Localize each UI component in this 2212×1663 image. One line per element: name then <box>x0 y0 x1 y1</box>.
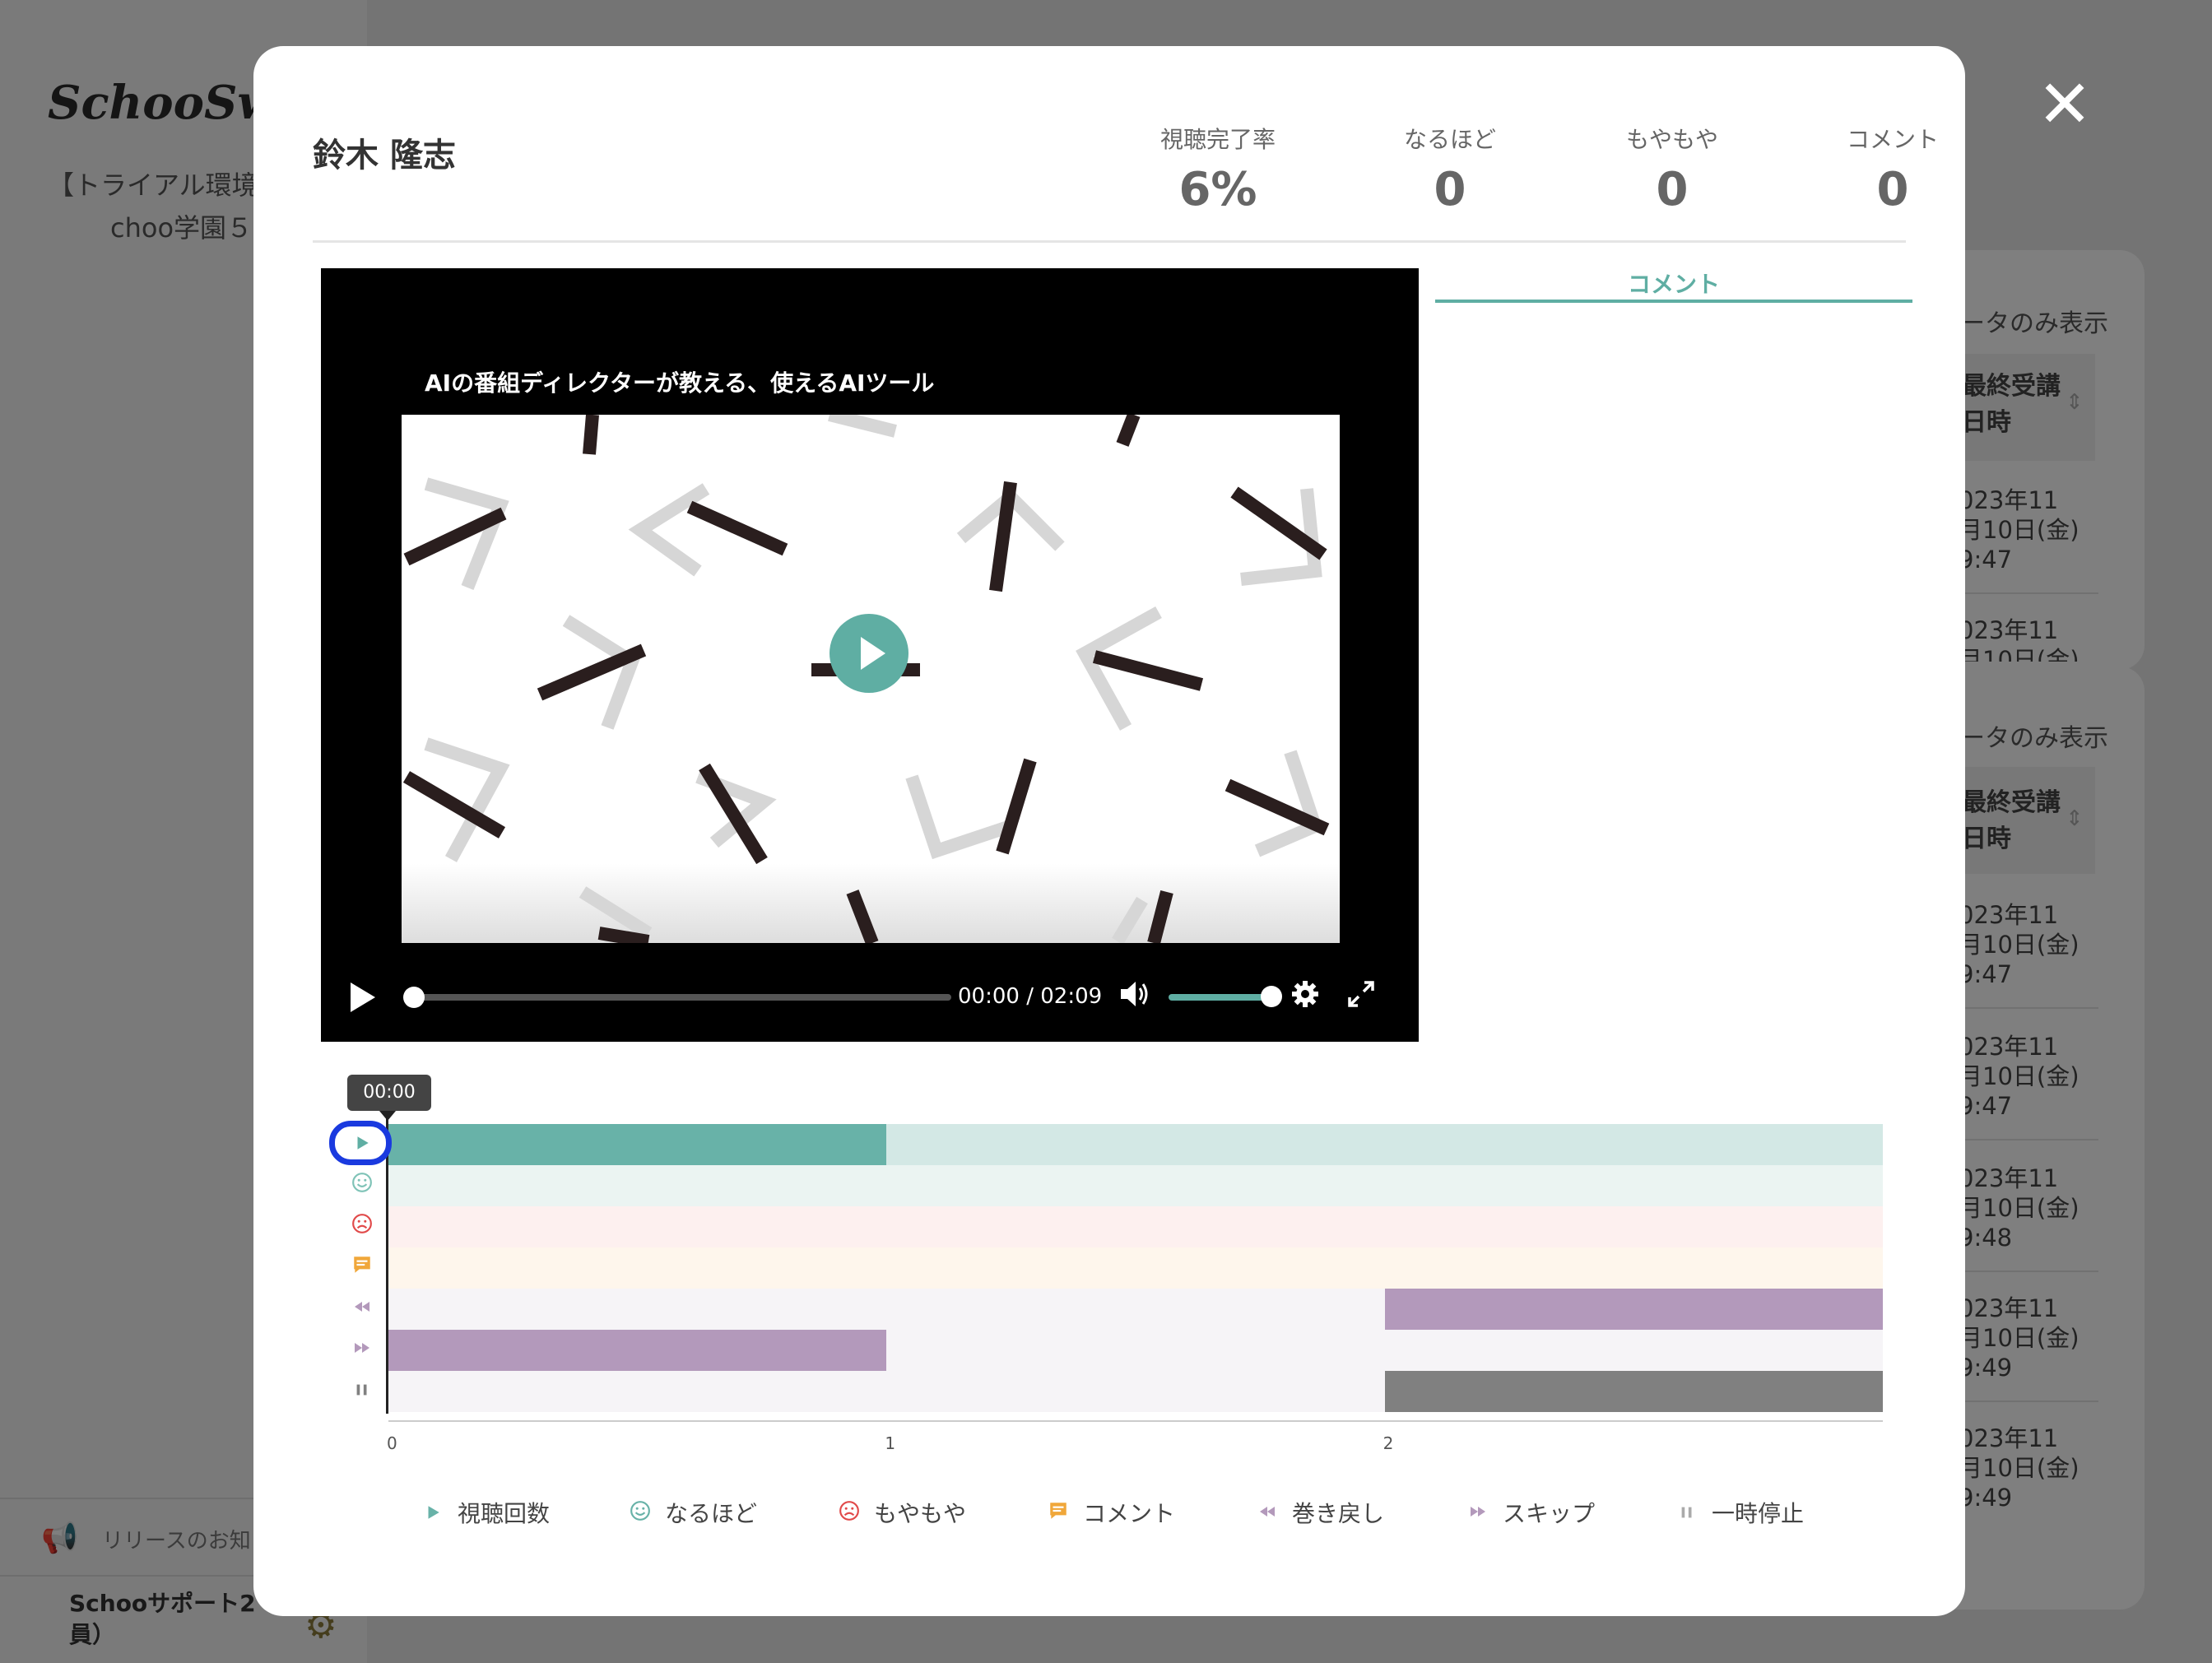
current-time: 00:00 <box>958 984 1020 1009</box>
timeline-row-moyamoya <box>388 1206 1883 1247</box>
close-icon[interactable]: ✕ <box>2036 72 2094 137</box>
stat-value: 0 <box>1656 163 1689 216</box>
axis-tick-label: 2 <box>1382 1433 1394 1453</box>
legend-label: コメント <box>1083 1500 1176 1527</box>
timeline-segment-view[interactable] <box>388 1124 887 1165</box>
frown-icon <box>346 1210 379 1243</box>
comment-icon <box>346 1252 379 1284</box>
timeline-row-comment <box>388 1247 1883 1289</box>
legend-item-5: スキップ <box>1463 1496 1595 1529</box>
learner-name: 鈴木 隆志 <box>313 137 456 174</box>
skip-icon <box>1463 1502 1493 1527</box>
timeline-tooltip: 00:00 <box>347 1075 431 1111</box>
legend-item-3: コメント <box>1043 1496 1175 1529</box>
smile-icon <box>346 1169 379 1202</box>
legend-item-4: 巻き戻し <box>1252 1496 1384 1529</box>
fullscreen-icon[interactable] <box>1346 979 1376 1009</box>
time-display: 00:00 / 02:09 <box>958 984 1102 1009</box>
timeline-row-pause <box>388 1371 1883 1412</box>
legend-item-0: 視聴回数 <box>418 1496 550 1529</box>
duration: 02:09 <box>1040 984 1103 1009</box>
timeline-row-naruhodo <box>388 1165 1883 1206</box>
play-icon <box>418 1503 448 1527</box>
skip-icon <box>346 1334 379 1367</box>
legend-item-1: なるほど <box>625 1496 757 1529</box>
tab-comment-underline <box>1435 300 1912 303</box>
video-title: AIの番組ディレクターが教える、使えるAIツール <box>425 369 935 397</box>
play-button[interactable] <box>351 982 375 1012</box>
stat-label: 視聴完了率 <box>1159 126 1276 153</box>
viewer-detail-modal: 鈴木 隆志 視聴完了率 6% なるほど 0 もやもや 0 コメント 0 AIの番… <box>253 46 1965 1616</box>
legend-label: 視聴回数 <box>458 1500 551 1527</box>
volume-icon[interactable] <box>1118 978 1150 1010</box>
stat-comment: コメント 0 <box>1794 122 1991 216</box>
legend-item-6: 一時停止 <box>1672 1496 1804 1529</box>
timeline-axis <box>388 1420 1883 1422</box>
rewind-icon <box>1252 1502 1282 1527</box>
legend-label: 一時停止 <box>1712 1500 1805 1527</box>
stat-label: もやもや <box>1625 126 1718 153</box>
focus-ring <box>329 1121 392 1165</box>
seek-bar[interactable] <box>403 987 951 1008</box>
volume-handle[interactable] <box>1260 986 1282 1007</box>
stat-value: 0 <box>1434 163 1466 216</box>
axis-tick-label: 1 <box>885 1433 896 1453</box>
stat-naruhodo: なるほど 0 <box>1351 122 1549 216</box>
stat-label: なるほど <box>1403 126 1496 153</box>
timeline-cursor[interactable] <box>386 1116 388 1414</box>
time-separator: / <box>1026 984 1034 1009</box>
big-play-button[interactable] <box>830 614 908 693</box>
stat-completion-rate: 視聴完了率 6% <box>1119 122 1317 216</box>
frown-icon <box>834 1500 864 1527</box>
stat-value: 6% <box>1178 163 1257 216</box>
timeline-segment-rewind[interactable] <box>1384 1289 1883 1330</box>
pause-icon <box>346 1375 379 1408</box>
video-thumbnail[interactable] <box>402 415 1340 943</box>
legend-label: なるほど <box>665 1500 758 1527</box>
legend-item-2: もやもや <box>834 1496 966 1529</box>
smile-icon <box>625 1500 655 1527</box>
legend-label: 巻き戻し <box>1292 1500 1385 1527</box>
pause-icon <box>1672 1503 1702 1527</box>
stat-value: 0 <box>1876 163 1909 216</box>
timeline-row-rewind <box>388 1289 1883 1330</box>
rewind-icon <box>346 1293 379 1326</box>
stat-label: コメント <box>1846 126 1939 153</box>
timeline-row-view <box>388 1124 1883 1165</box>
legend-label: スキップ <box>1503 1500 1596 1527</box>
timeline-segment-skip[interactable] <box>388 1330 887 1371</box>
axis-tick-label: 0 <box>387 1433 397 1453</box>
video-player[interactable]: AIの番組ディレクターが教える、使えるAIツール 00:00 / 02:09 <box>321 268 1419 1042</box>
header-divider <box>313 240 1906 243</box>
gear-icon[interactable] <box>1290 979 1320 1009</box>
stat-moyamoya: もやもや 0 <box>1573 122 1771 216</box>
legend-label: もやもや <box>874 1500 967 1527</box>
tab-comment[interactable]: コメント <box>1435 267 1912 300</box>
comment-icon <box>1043 1500 1073 1527</box>
timeline-row-skip <box>388 1330 1883 1371</box>
timeline-segment-pause[interactable] <box>1384 1371 1883 1412</box>
seek-handle[interactable] <box>403 987 425 1008</box>
volume-slider[interactable] <box>1169 994 1271 1001</box>
